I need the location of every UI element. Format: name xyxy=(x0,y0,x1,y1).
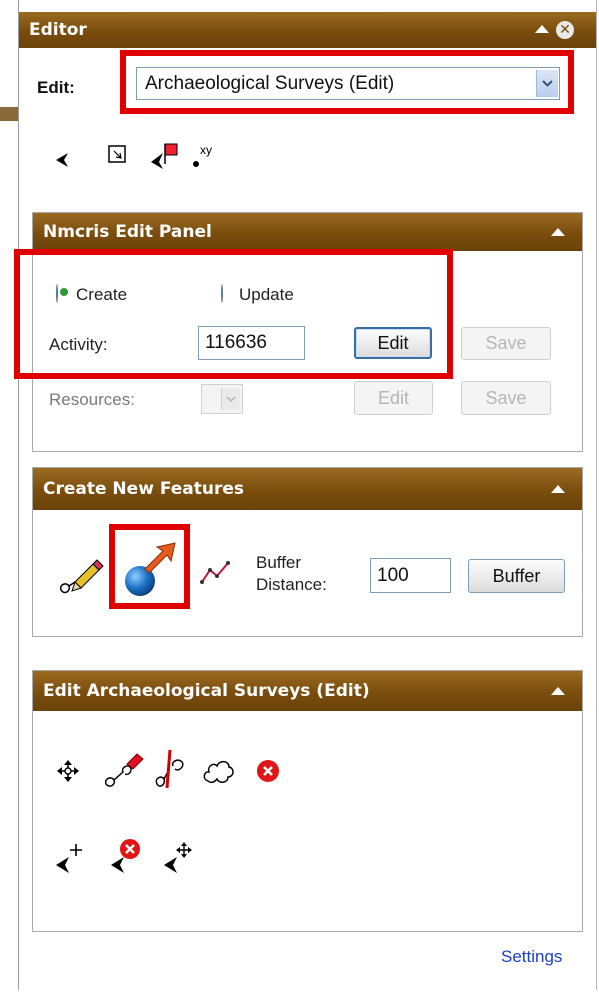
add-vertex-icon[interactable] xyxy=(55,842,85,874)
radio-update[interactable] xyxy=(221,284,223,303)
delete-feature-icon[interactable] xyxy=(256,759,280,783)
activity-save-button[interactable]: Save xyxy=(461,327,551,360)
activity-edit-button[interactable]: Edit xyxy=(354,327,432,359)
reshape-icon[interactable] xyxy=(103,750,145,790)
delete-vertex-icon[interactable] xyxy=(109,838,143,874)
close-icon[interactable]: ✕ xyxy=(556,21,574,39)
draw-freehand-icon[interactable] xyxy=(57,556,104,602)
radio-update-label: Update xyxy=(239,285,294,304)
buffer-label-line2: Distance: xyxy=(256,575,327,594)
edit-surveys-panel: Edit Archaeological Surveys (Edit) xyxy=(32,670,583,932)
edit-surveys-header: Edit Archaeological Surveys (Edit) xyxy=(33,671,582,711)
chevron-down-icon[interactable] xyxy=(536,70,558,97)
activity-label: Activity: xyxy=(49,335,108,354)
resources-edit-button[interactable]: Edit xyxy=(354,381,433,415)
move-vertex-icon[interactable] xyxy=(163,842,193,874)
collapse-icon[interactable] xyxy=(535,25,549,33)
editor-title: Editor xyxy=(29,20,87,40)
radio-create-label: Create xyxy=(76,285,128,304)
activity-input[interactable]: 116636 xyxy=(198,326,305,360)
radio-create[interactable] xyxy=(56,284,58,303)
add-point-icon[interactable] xyxy=(123,541,177,599)
nmcris-header: Nmcris Edit Panel xyxy=(33,213,582,251)
background-fragment xyxy=(0,107,18,121)
create-features-title: Create New Features xyxy=(43,479,245,499)
resources-select[interactable] xyxy=(201,384,243,414)
select-arrow-icon[interactable] xyxy=(55,152,69,168)
select-by-polygon-icon[interactable] xyxy=(150,142,178,170)
buffer-distance-input[interactable]: 100 xyxy=(370,558,451,593)
edit-surveys-collapse-icon[interactable] xyxy=(551,687,565,695)
editor-header: Editor ✕ xyxy=(19,12,596,48)
resources-save-button[interactable]: Save xyxy=(461,381,551,415)
nmcris-title: Nmcris Edit Panel xyxy=(43,222,212,242)
select-feature-icon[interactable] xyxy=(108,145,126,163)
layer-select-value: Archaeological Surveys (Edit) xyxy=(145,73,395,94)
editor-window: Editor ✕ Edit: Archaeological Surveys (E… xyxy=(14,0,597,990)
edit-surveys-title: Edit Archaeological Surveys (Edit) xyxy=(43,681,370,701)
move-icon[interactable] xyxy=(57,760,79,782)
xy-dot xyxy=(193,161,199,167)
layer-select[interactable]: Archaeological Surveys (Edit) xyxy=(136,67,560,100)
xy-text: xy xyxy=(200,143,212,157)
cut-polygon-icon[interactable] xyxy=(153,748,187,790)
buffer-label-line1: Buffer xyxy=(256,553,302,572)
edit-label: Edit: xyxy=(37,78,75,97)
create-features-header: Create New Features xyxy=(33,468,582,510)
resources-chevron-down-icon xyxy=(221,388,240,410)
buffer-button[interactable]: Buffer xyxy=(468,559,565,593)
union-icon[interactable] xyxy=(202,757,236,785)
create-collapse-icon[interactable] xyxy=(551,485,565,493)
add-xy-icon[interactable]: xy xyxy=(193,143,223,174)
resources-label: Resources: xyxy=(49,390,135,409)
nmcris-collapse-icon[interactable] xyxy=(551,228,565,236)
add-line-icon[interactable] xyxy=(199,560,231,586)
settings-link[interactable]: Settings xyxy=(501,947,562,967)
